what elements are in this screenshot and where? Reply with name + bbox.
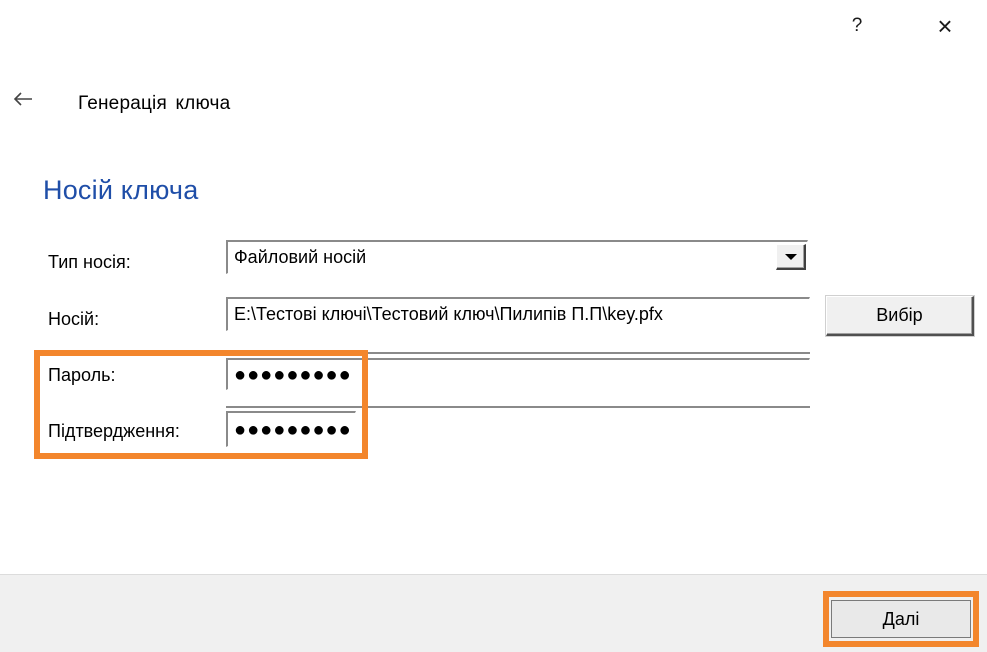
password-label: Пароль: (48, 365, 116, 385)
confirmation-masked-value: ●●●●●●●●● (234, 418, 352, 441)
media-type-label: Тип носія: (48, 252, 131, 272)
media-type-select[interactable]: Файловий носій (226, 240, 808, 274)
password-field-divider (226, 406, 810, 408)
media-type-dropdown-button[interactable] (776, 244, 806, 270)
media-field-divider (226, 352, 810, 354)
close-icon: × (937, 10, 953, 41)
section-title: Носій ключа (43, 175, 199, 205)
media-label: Носій: (48, 309, 100, 329)
media-path-value: E:\Тестові ключі\Тестовий ключ\Пилипів П… (234, 304, 663, 324)
password-field[interactable]: ●●●●●●●●● (226, 358, 810, 390)
chevron-down-icon (784, 253, 797, 260)
close-button[interactable]: × (922, 4, 968, 48)
help-button[interactable]: ? (834, 4, 880, 48)
help-icon: ? (851, 15, 863, 36)
select-media-button[interactable]: Вибір (826, 296, 974, 336)
confirmation-label: Підтвердження: (48, 421, 180, 441)
back-button[interactable] (8, 84, 38, 114)
page-title: Генерація ключа (78, 93, 231, 114)
confirmation-field[interactable]: ●●●●●●●●● (226, 411, 356, 447)
next-button[interactable]: Далі (831, 600, 971, 638)
media-type-value: Файловий носій (234, 247, 367, 267)
media-path-field[interactable]: E:\Тестові ключі\Тестовий ключ\Пилипів П… (226, 297, 810, 331)
password-masked-value: ●●●●●●●●● (234, 363, 352, 386)
back-arrow-icon (13, 92, 32, 106)
